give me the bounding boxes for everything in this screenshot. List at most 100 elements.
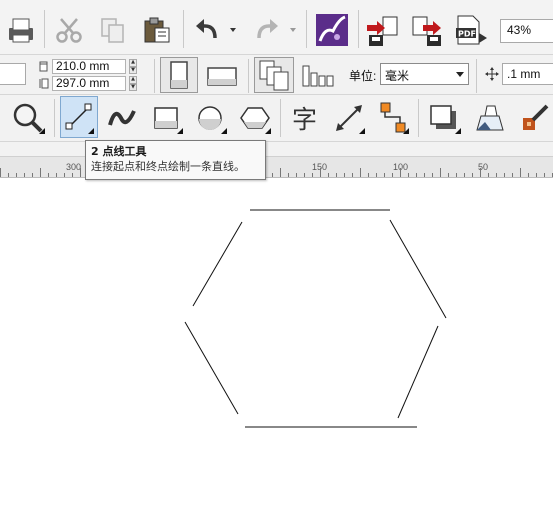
all-pages-button[interactable] <box>254 57 294 93</box>
horizontal-ruler[interactable]: 300 150 100 50 <box>0 142 553 178</box>
units-value: 毫米 <box>385 69 410 83</box>
tooltip-description: 连接起点和终点绘制一条直线。 <box>91 160 245 173</box>
landscape-button[interactable] <box>202 57 242 93</box>
portrait-button[interactable] <box>160 57 198 93</box>
ruler-tick <box>352 173 353 177</box>
ruler-tick <box>64 173 65 177</box>
ruler-tick <box>288 173 289 177</box>
ruler-tick <box>56 173 57 177</box>
ruler-tick <box>328 173 329 177</box>
print-button[interactable] <box>4 14 38 46</box>
svg-text:PDF: PDF <box>458 30 476 39</box>
publish-pdf-icon: PDF <box>456 15 487 45</box>
dimension-tool-button[interactable] <box>330 99 368 137</box>
ruler-tick <box>456 173 457 177</box>
paste-icon <box>144 17 170 43</box>
print-icon <box>9 18 33 43</box>
ruler-tick <box>72 173 73 177</box>
zoom-tool-button[interactable] <box>8 99 48 137</box>
ruler-tick <box>544 173 545 177</box>
toolbox: 字 <box>0 95 553 142</box>
text-tool-icon: 字 <box>292 105 317 134</box>
2-point-line-tool-button[interactable] <box>60 96 98 138</box>
ruler-tick <box>440 168 441 177</box>
units-label: 单位: <box>349 69 377 83</box>
current-page-icon <box>302 65 334 87</box>
ruler-tick <box>472 173 473 177</box>
export-button[interactable] <box>408 12 446 48</box>
ruler-tick <box>272 173 273 177</box>
rectangle-tool-button[interactable] <box>148 99 186 137</box>
redo-icon <box>257 19 296 39</box>
ruler-tick <box>312 173 313 177</box>
zoom-level-value: 43% <box>507 23 532 37</box>
ruler-tick <box>48 173 49 177</box>
ruler-tick <box>448 173 449 177</box>
page-height-field[interactable]: 297.0 mm <box>52 76 126 91</box>
paste-button[interactable] <box>140 14 174 46</box>
property-bar: 210.0 mm ▲ ▼ 297.0 mm ▲ ▼ 单位: 毫米 .1 mm <box>0 55 553 95</box>
ruler-tick <box>304 173 305 177</box>
ruler-tick <box>504 173 505 177</box>
all-pages-icon <box>259 60 289 91</box>
text-tool-button[interactable]: 字 <box>286 99 324 137</box>
ruler-tick <box>0 168 1 177</box>
undo-icon <box>196 19 236 39</box>
page-width-row: 210.0 mm ▲ ▼ <box>38 59 137 74</box>
copy-button[interactable] <box>96 14 130 46</box>
ruler-tick <box>280 168 281 177</box>
connector-tool-button[interactable] <box>374 99 412 137</box>
ruler-tick <box>512 173 513 177</box>
flyout-indicator-icon <box>455 128 461 134</box>
nudge-distance-value: .1 mm <box>507 67 541 81</box>
tooltip-title: 2 点线工具 <box>91 145 147 158</box>
ruler-tick <box>24 173 25 177</box>
corel-connect-button[interactable] <box>314 12 350 48</box>
ruler-tick <box>80 168 81 177</box>
ruler-tick <box>344 173 345 177</box>
zoom-level-combo[interactable]: 43% <box>500 19 553 43</box>
ellipse-tool-button[interactable] <box>192 99 230 137</box>
drawing-surface <box>184 209 447 428</box>
artistic-media-icon <box>108 110 136 126</box>
artistic-media-tool-button[interactable] <box>104 99 142 137</box>
page-size-preset-combo[interactable] <box>0 63 26 85</box>
tool-tooltip: 2 点线工具 连接起点和终点绘制一条直线。 <box>85 140 266 180</box>
ruler-tick <box>520 168 521 177</box>
corel-connect-icon <box>316 14 348 46</box>
current-page-button[interactable] <box>298 57 338 93</box>
publish-pdf-button[interactable]: PDF <box>452 12 490 48</box>
drop-shadow-tool-button[interactable] <box>424 99 464 137</box>
flyout-indicator-icon <box>221 128 227 134</box>
ruler-tick <box>408 173 409 177</box>
ruler-tick <box>392 173 393 177</box>
undo-button[interactable] <box>192 14 238 46</box>
units-dropdown[interactable]: 毫米 <box>380 63 469 85</box>
nudge-distance-field[interactable]: .1 mm <box>502 63 553 85</box>
cut-icon <box>56 18 82 43</box>
cut-button[interactable] <box>52 14 86 46</box>
transparency-tool-button[interactable] <box>470 99 510 137</box>
flyout-indicator-icon <box>177 128 183 134</box>
drawing-canvas[interactable] <box>0 178 553 513</box>
page-height-spinner[interactable]: ▲ ▼ <box>129 76 137 91</box>
page-width-spinner[interactable]: ▲ ▼ <box>129 59 137 74</box>
copy-icon <box>101 18 124 43</box>
ruler-tick <box>400 168 401 177</box>
transparency-tool-icon <box>476 105 504 131</box>
page-width-field[interactable]: 210.0 mm <box>52 59 126 74</box>
flyout-indicator-icon <box>265 128 271 134</box>
import-button[interactable] <box>364 12 402 48</box>
redo-button[interactable] <box>252 14 298 46</box>
ruler-tick <box>40 168 41 177</box>
hexagon-shape[interactable] <box>184 209 447 428</box>
ruler-tick <box>416 173 417 177</box>
export-icon <box>412 16 441 46</box>
chevron-down-icon <box>456 72 464 77</box>
ruler-tick <box>384 173 385 177</box>
eyedropper-tool-button[interactable] <box>516 99 553 137</box>
polygon-tool-button[interactable] <box>236 99 274 137</box>
ruler-tick <box>464 173 465 177</box>
standard-toolbar: PDF 43% <box>0 0 553 55</box>
eyedropper-tool-icon <box>523 104 549 130</box>
